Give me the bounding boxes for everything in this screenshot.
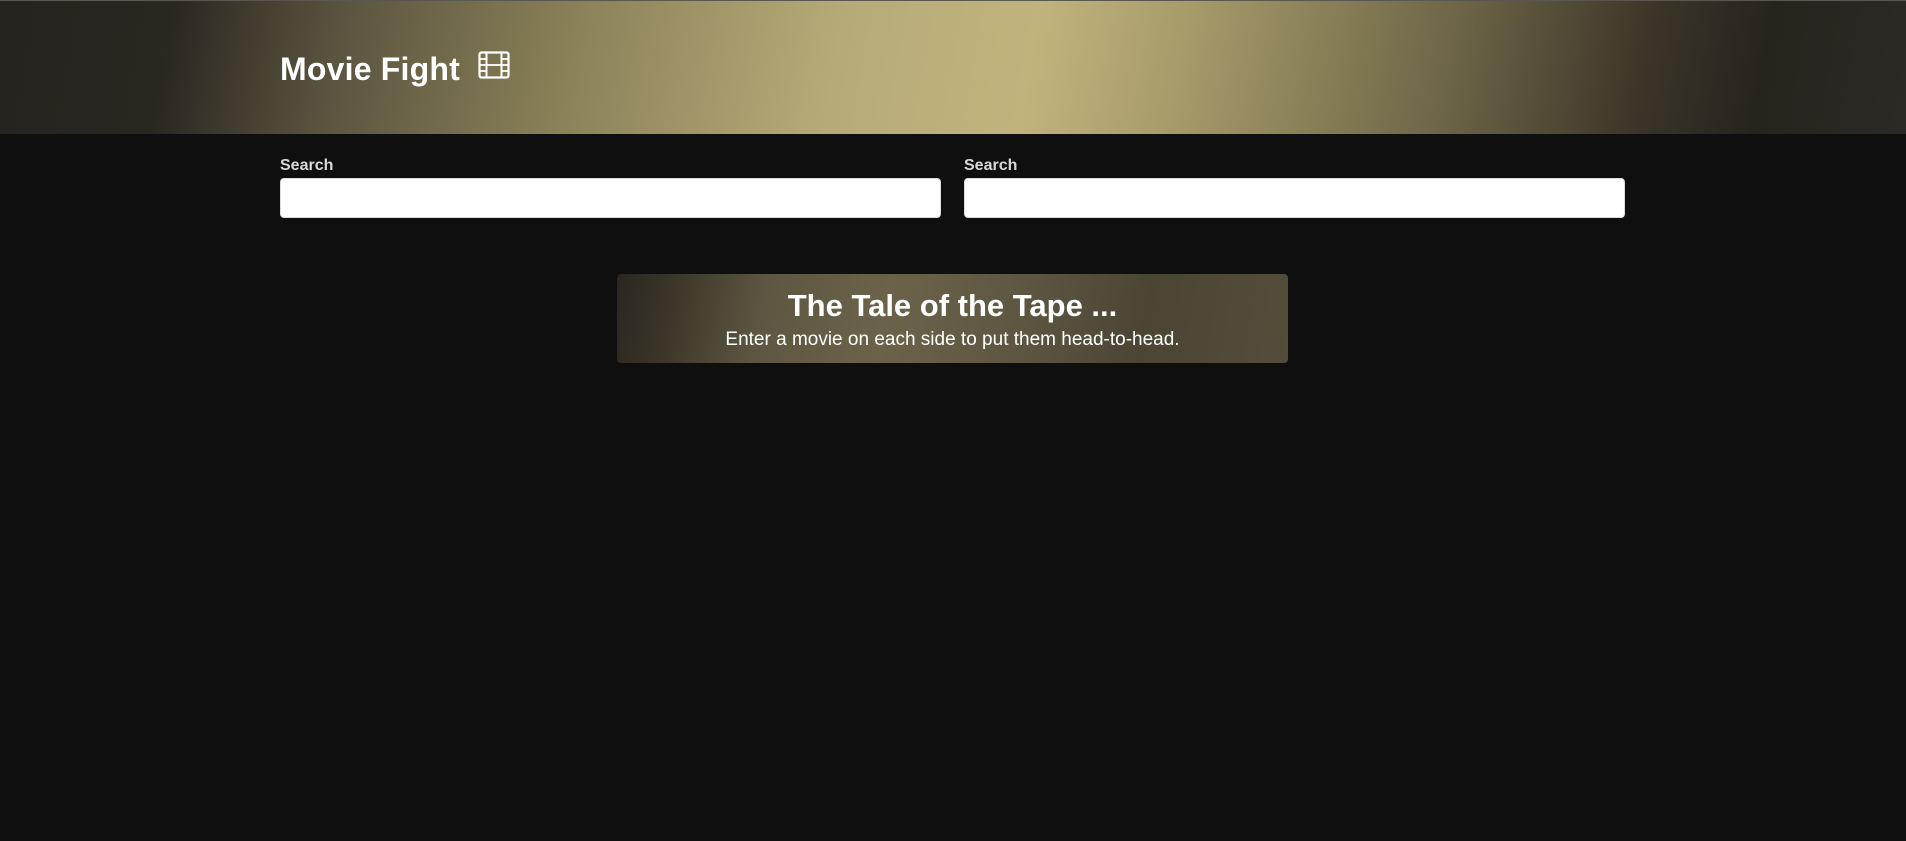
left-search-input[interactable] — [280, 178, 941, 218]
left-search-label: Search — [280, 157, 334, 174]
notice-title: The Tale of the Tape ... — [787, 288, 1118, 323]
brand: Movie Fight — [280, 47, 510, 91]
app-title: Movie Fight — [280, 50, 460, 87]
right-search-input[interactable] — [964, 178, 1625, 218]
hero-banner: Movie Fight — [0, 0, 1906, 134]
film-icon — [478, 51, 510, 79]
right-search-label: Search — [964, 157, 1018, 174]
left-search-column: Search — [280, 156, 941, 218]
tale-of-the-tape-notice: The Tale of the Tape ... Enter a movie o… — [617, 274, 1288, 363]
right-search-column: Search — [964, 156, 1625, 218]
notice-subtitle: Enter a movie on each side to put them h… — [725, 329, 1180, 350]
